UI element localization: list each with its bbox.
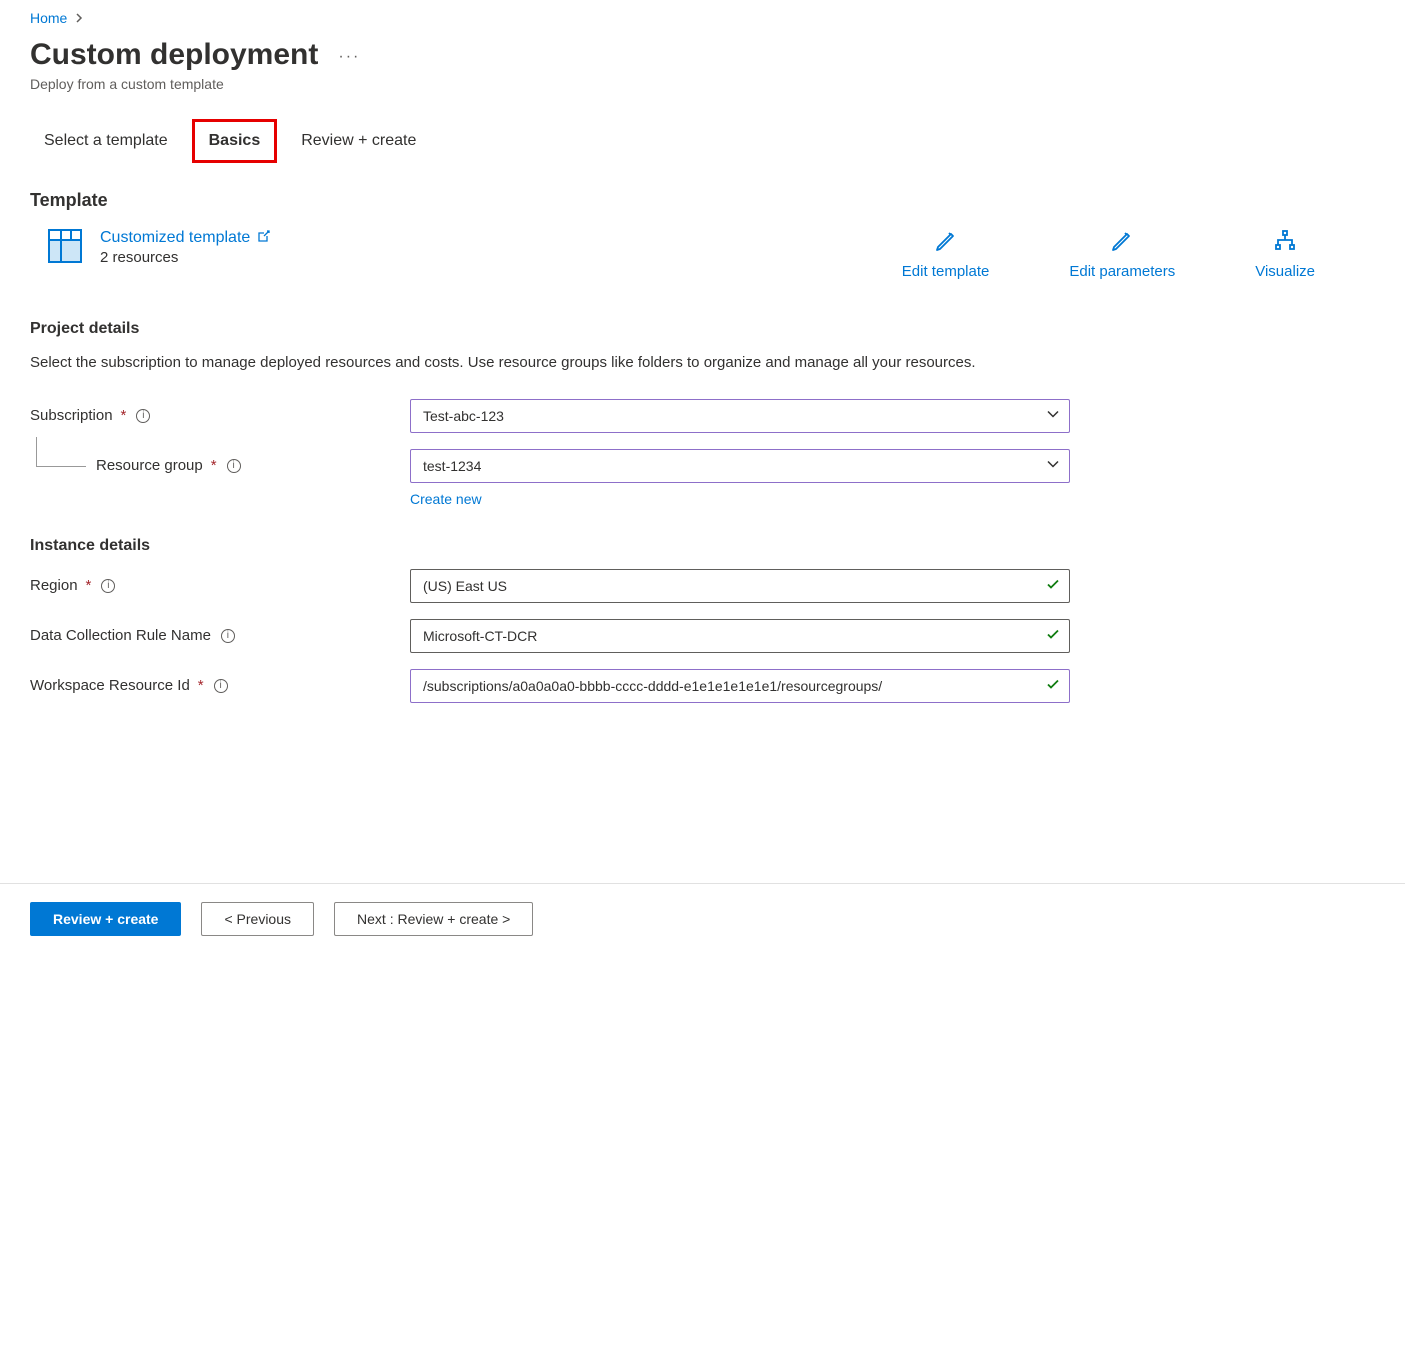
more-actions-button[interactable]: ··· — [338, 48, 360, 72]
region-select[interactable]: (US) East US — [410, 569, 1070, 603]
create-new-link[interactable]: Create new — [410, 491, 482, 507]
subscription-label: Subscription* i — [30, 407, 410, 424]
next-button[interactable]: Next : Review + create > — [334, 902, 533, 936]
page-subtitle: Deploy from a custom template — [30, 76, 1375, 92]
check-icon — [1046, 627, 1060, 644]
dcr-name-input[interactable] — [410, 619, 1070, 653]
info-icon[interactable]: i — [214, 679, 228, 693]
previous-button[interactable]: < Previous — [201, 902, 314, 936]
pencil-icon — [934, 229, 958, 257]
resource-group-select[interactable]: test-1234 — [410, 449, 1070, 483]
dcr-name-label: Data Collection Rule Name i — [30, 627, 410, 644]
check-icon — [1046, 577, 1060, 594]
visualize-label: Visualize — [1255, 263, 1315, 280]
chevron-right-icon — [75, 13, 85, 23]
region-label: Region* i — [30, 577, 410, 594]
visualize-button[interactable]: Visualize — [1255, 229, 1315, 280]
customized-template-link[interactable]: Customized template — [100, 229, 250, 247]
tab-select-template[interactable]: Select a template — [40, 122, 172, 160]
instance-details-heading: Instance details — [30, 537, 1375, 555]
project-details-description: Select the subscription to manage deploy… — [30, 352, 1030, 375]
subscription-select[interactable]: Test-abc-123 — [410, 399, 1070, 433]
tab-review-create[interactable]: Review + create — [297, 122, 420, 160]
workspace-id-input[interactable] — [410, 669, 1070, 703]
connector-line — [36, 437, 86, 467]
hierarchy-icon — [1273, 229, 1297, 257]
open-link-icon — [256, 230, 270, 247]
workspace-id-label: Workspace Resource Id* i — [30, 677, 410, 694]
footer-bar: Review + create < Previous Next : Review… — [0, 883, 1405, 954]
edit-parameters-label: Edit parameters — [1069, 263, 1175, 280]
tabs: Select a template Basics Review + create — [40, 122, 1375, 160]
breadcrumb: Home — [30, 10, 1375, 26]
breadcrumb-home[interactable]: Home — [30, 10, 67, 26]
edit-template-label: Edit template — [902, 263, 990, 280]
pencil-icon — [1110, 229, 1134, 257]
template-icon — [48, 229, 82, 266]
page-title: Custom deployment — [30, 38, 318, 72]
resource-count: 2 resources — [100, 249, 270, 266]
resource-group-label: Resource group* i — [30, 457, 410, 474]
template-heading: Template — [30, 190, 1375, 211]
project-details-heading: Project details — [30, 320, 1375, 338]
info-icon[interactable]: i — [101, 579, 115, 593]
check-icon — [1046, 677, 1060, 694]
tab-basics[interactable]: Basics — [192, 119, 278, 163]
edit-parameters-button[interactable]: Edit parameters — [1069, 229, 1175, 280]
edit-template-button[interactable]: Edit template — [902, 229, 990, 280]
info-icon[interactable]: i — [221, 629, 235, 643]
info-icon[interactable]: i — [227, 459, 241, 473]
review-create-button[interactable]: Review + create — [30, 902, 181, 936]
info-icon[interactable]: i — [136, 409, 150, 423]
